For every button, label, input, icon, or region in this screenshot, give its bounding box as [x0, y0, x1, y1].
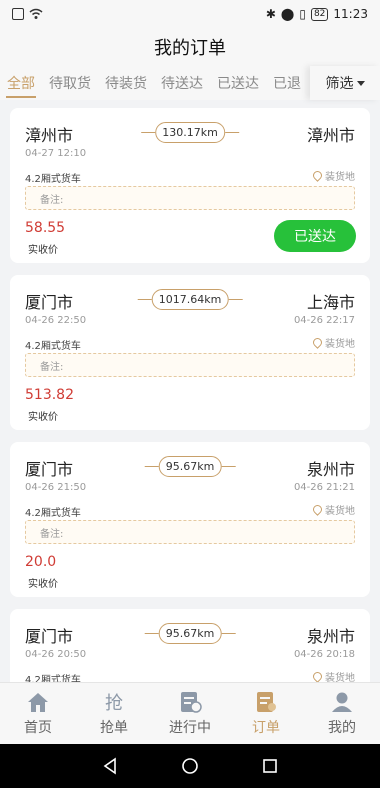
distance-badge: 130.17km [141, 122, 239, 143]
load-place-label: 装货地 [325, 172, 355, 183]
notification-icon [12, 8, 24, 20]
price-label: 实收价 [28, 579, 58, 590]
destination-city: 泉州市 [306, 627, 355, 646]
nav-in-progress-label: 进行中 [169, 719, 211, 736]
location-pin-icon [311, 169, 324, 182]
recents-icon[interactable] [261, 757, 279, 775]
nav-in-progress[interactable]: 进行中 [152, 683, 228, 744]
location-pin-icon [311, 503, 324, 516]
tab-all[interactable]: 全部 [0, 66, 42, 100]
load-place-link[interactable]: 装货地 [311, 168, 355, 183]
destination-city: 漳州市 [306, 126, 355, 145]
battery-icon: 82 [310, 7, 329, 21]
remark-box: 备注: [25, 353, 355, 377]
nav-profile[interactable]: 我的 [304, 683, 380, 744]
origin-time: 04-26 21:50 [25, 482, 87, 493]
order-card[interactable]: 厦门市 95.67km 泉州市 04-26 20:50 04-26 20:18 … [10, 609, 370, 682]
back-icon[interactable] [101, 757, 119, 775]
tab-pending-pickup[interactable]: 待取货 [42, 66, 98, 100]
origin-time: 04-26 22:50 [25, 315, 87, 326]
wifi-icon [29, 8, 43, 19]
load-place-label: 装货地 [325, 506, 355, 517]
svg-text:抢: 抢 [105, 693, 123, 713]
nav-profile-label: 我的 [328, 719, 356, 736]
tab-pending-loading[interactable]: 待装货 [98, 66, 154, 100]
origin-city: 漳州市 [25, 126, 74, 145]
load-place-link[interactable]: 装货地 [311, 335, 355, 350]
status-bar: ✱ ⬤ ▯ 82 11:23 [0, 0, 380, 28]
vibrate-icon: ▯ [299, 7, 306, 21]
origin-time: 04-26 20:50 [25, 649, 87, 660]
truck-type: 4.2厢式货车 [25, 675, 81, 682]
origin-time: 04-27 12:10 [25, 148, 87, 159]
orders-icon [257, 691, 276, 712]
home-circle-icon[interactable] [181, 757, 199, 775]
nav-orders-label: 订单 [252, 719, 280, 736]
truck-type: 4.2厢式货车 [25, 174, 81, 185]
nav-grab-order-label: 抢单 [100, 719, 128, 736]
caret-down-icon [356, 80, 365, 86]
destination-time: 04-26 22:17 [293, 315, 355, 326]
home-icon [28, 692, 48, 712]
truck-type: 4.2厢式货车 [25, 508, 81, 519]
distance-value: 1017.64km [151, 289, 229, 310]
origin-city: 厦门市 [25, 293, 74, 312]
nav-home-label: 首页 [24, 719, 52, 736]
grab-order-icon: 抢 [105, 693, 123, 713]
bottom-nav: 首页 抢 抢单 进行中 订单 我的 [0, 682, 380, 744]
nav-home[interactable]: 首页 [0, 683, 76, 744]
filter-button[interactable]: 筛选 [310, 66, 380, 100]
order-list[interactable]: 漳州市 130.17km 漳州市 04-27 12:10 4.2厢式货车 装货地… [0, 100, 380, 682]
order-tabs: 全部 待取货 待装货 待送达 已送达 已退 筛选 [0, 66, 380, 100]
order-card[interactable]: 漳州市 130.17km 漳州市 04-27 12:10 4.2厢式货车 装货地… [10, 108, 370, 263]
distance-value: 130.17km [155, 122, 225, 143]
destination-city: 泉州市 [306, 460, 355, 479]
distance-value: 95.67km [158, 456, 222, 477]
location-icon: ⬤ [280, 7, 295, 21]
page-title: 我的订单 [0, 28, 380, 66]
distance-badge: 1017.64km [137, 289, 243, 310]
nav-grab-order[interactable]: 抢 抢单 [76, 683, 152, 744]
load-place-link[interactable]: 装货地 [311, 669, 355, 682]
distance-value: 95.67km [158, 623, 222, 644]
destination-city: 上海市 [306, 293, 355, 312]
load-place-label: 装货地 [325, 339, 355, 350]
load-place-link[interactable]: 装货地 [311, 502, 355, 517]
destination-time: 04-26 20:18 [293, 649, 355, 660]
origin-city: 厦门市 [25, 460, 74, 479]
distance-badge: 95.67km [144, 623, 236, 644]
price-value: 513.82 [25, 387, 74, 403]
origin-city: 厦门市 [25, 627, 74, 646]
remark-box: 备注: [25, 520, 355, 544]
truck-type: 4.2厢式货车 [25, 341, 81, 352]
order-card[interactable]: 厦门市 95.67km 泉州市 04-26 21:50 04-26 21:21 … [10, 442, 370, 597]
bluetooth-icon: ✱ [265, 7, 276, 21]
filter-label: 筛选 [325, 76, 354, 92]
order-card[interactable]: 厦门市 1017.64km 上海市 04-26 22:50 04-26 22:1… [10, 275, 370, 430]
price-label: 实收价 [28, 412, 58, 423]
price-label: 实收价 [28, 245, 58, 256]
in-progress-icon [181, 691, 202, 713]
tab-returned[interactable]: 已退 [266, 66, 308, 100]
clock: 11:23 [333, 7, 368, 21]
tab-delivered[interactable]: 已送达 [210, 66, 266, 100]
price-value: 58.55 [25, 220, 66, 236]
nav-orders[interactable]: 订单 [228, 683, 304, 744]
tab-pending-delivery[interactable]: 待送达 [154, 66, 210, 100]
location-pin-icon [311, 670, 324, 682]
delivered-status-button[interactable]: 已送达 [274, 220, 356, 252]
profile-icon [332, 692, 352, 712]
destination-time: 04-26 21:21 [293, 482, 355, 493]
location-pin-icon [311, 336, 324, 349]
distance-badge: 95.67km [144, 456, 236, 477]
price-value: 20.0 [25, 554, 57, 570]
system-nav-bar [0, 744, 380, 788]
load-place-label: 装货地 [325, 673, 355, 682]
remark-box: 备注: [25, 186, 355, 210]
